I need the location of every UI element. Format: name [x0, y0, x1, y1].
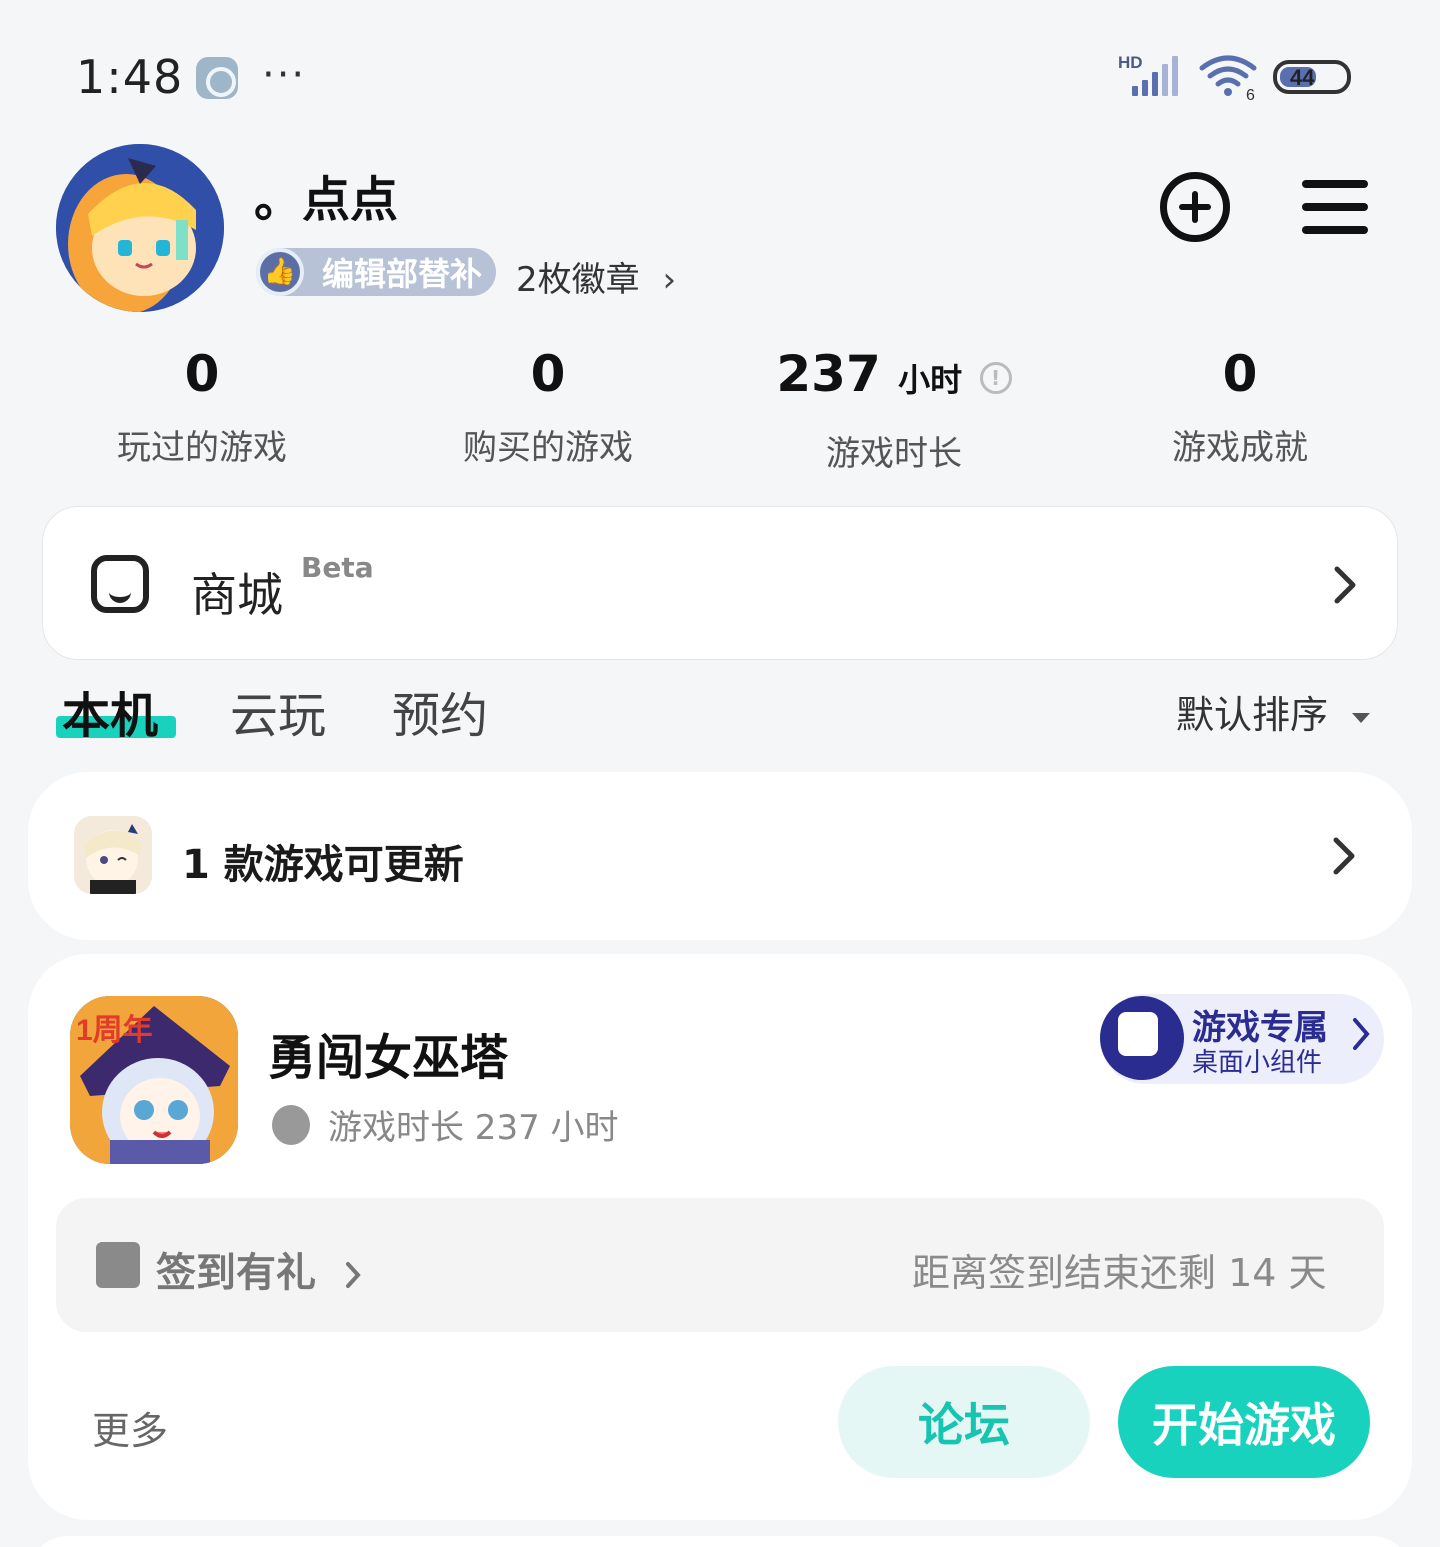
badge-pill[interactable]: 👍 编辑部替补 [256, 248, 496, 296]
wifi-icon [1199, 55, 1257, 87]
tab-reserve[interactable]: 预约 [392, 676, 488, 746]
chevron-right-icon [1334, 566, 1356, 604]
avatar[interactable] [56, 144, 224, 312]
mall-entry[interactable]: 商城 Beta [42, 506, 1398, 660]
status-indicators: HD 6 44 [1118, 53, 1351, 102]
username: 。点点 [254, 172, 399, 228]
gamepad-icon [1100, 996, 1184, 1080]
stopwatch-icon [272, 1104, 310, 1145]
avatar-image [56, 144, 224, 312]
chevron-right-icon: › [662, 260, 677, 300]
chevron-right-icon [1333, 837, 1355, 875]
checkin-link[interactable]: 签到有礼 [156, 1240, 364, 1298]
game-card: 1周年 勇闯女巫塔 游戏时长 237 小时 游戏专属 桌面小组件 签到有礼 距离… [28, 954, 1412, 1520]
update-notice-card[interactable]: 1 款游戏可更新 [28, 772, 1412, 940]
tab-cloud[interactable]: 云玩 [230, 676, 326, 746]
gift-icon [96, 1242, 140, 1288]
stat-label: 玩过的游戏 [117, 428, 287, 468]
anniversary-label: 1周年 [76, 1014, 153, 1047]
stat-value: 0 [184, 345, 220, 403]
start-game-button[interactable]: 开始游戏 [1118, 1366, 1370, 1478]
add-button[interactable] [1160, 172, 1230, 242]
tab-local[interactable]: 本机 [62, 676, 158, 746]
chevron-right-icon [1353, 1018, 1370, 1050]
mall-title: 商城 [191, 568, 283, 622]
playtime-text: 游戏时长 237 小时 [328, 1108, 619, 1148]
stat-label: 购买的游戏 [463, 428, 633, 468]
stat-playtime[interactable]: 237 小时 ! 游戏时长 [744, 342, 1044, 475]
stat-value: 237 [776, 345, 881, 403]
stat-played-games[interactable]: 0 玩过的游戏 [52, 342, 352, 469]
stat-unit: 小时 [898, 361, 963, 399]
next-game-card [28, 1536, 1412, 1547]
stat-value: 0 [1222, 345, 1258, 403]
info-icon[interactable]: ! [979, 361, 1012, 394]
badge-label: 编辑部替补 [322, 255, 483, 293]
game-thumbnail [74, 816, 152, 894]
more-link[interactable]: 更多 [92, 1400, 168, 1455]
stat-purchased-games[interactable]: 0 购买的游戏 [398, 342, 698, 469]
battery-level: 44 [1290, 65, 1315, 90]
stat-value: 0 [530, 345, 566, 403]
thumbs-up-icon: 👍 [256, 248, 304, 296]
more-notifications-icon: ··· [262, 52, 307, 98]
chevron-right-icon [345, 1262, 361, 1288]
menu-icon[interactable] [1302, 178, 1368, 236]
widget-subtitle: 桌面小组件 [1192, 1048, 1323, 1078]
game-title: 勇闯女巫塔 [268, 1030, 509, 1086]
plus-icon [1179, 191, 1211, 223]
notification-app-icon [196, 57, 238, 99]
checkin-remaining: 距离签到结束还剩 14 天 [912, 1251, 1327, 1295]
store-icon [91, 555, 149, 613]
beta-badge: Beta [301, 551, 374, 584]
forum-button[interactable]: 论坛 [838, 1366, 1090, 1478]
status-time: 1:48 [76, 50, 184, 104]
stat-label: 游戏成就 [1172, 428, 1308, 468]
desktop-widget-button[interactable]: 游戏专属 桌面小组件 [1100, 994, 1384, 1084]
hd-label: HD [1118, 53, 1143, 72]
checkin-bar[interactable]: 签到有礼 距离签到结束还剩 14 天 [56, 1198, 1384, 1332]
wifi-dot [1224, 88, 1232, 96]
checkin-label: 签到有礼 [156, 1250, 316, 1296]
badges-link[interactable]: 2枚徽章 › [516, 252, 676, 301]
game-icon[interactable]: 1周年 [70, 996, 238, 1164]
caret-down-icon [1352, 712, 1371, 723]
badges-count: 2枚徽章 [516, 260, 640, 300]
stat-label: 游戏时长 [826, 434, 962, 474]
stat-achievements[interactable]: 0 游戏成就 [1090, 342, 1390, 469]
sort-dropdown[interactable]: 默认排序 [1176, 684, 1372, 739]
wifi-label: 6 [1246, 87, 1255, 102]
sort-label: 默认排序 [1176, 693, 1329, 737]
update-notice-text: 1 款游戏可更新 [182, 842, 464, 888]
game-playtime: 游戏时长 237 小时 [272, 1100, 619, 1149]
battery-icon: 44 [1273, 60, 1351, 94]
